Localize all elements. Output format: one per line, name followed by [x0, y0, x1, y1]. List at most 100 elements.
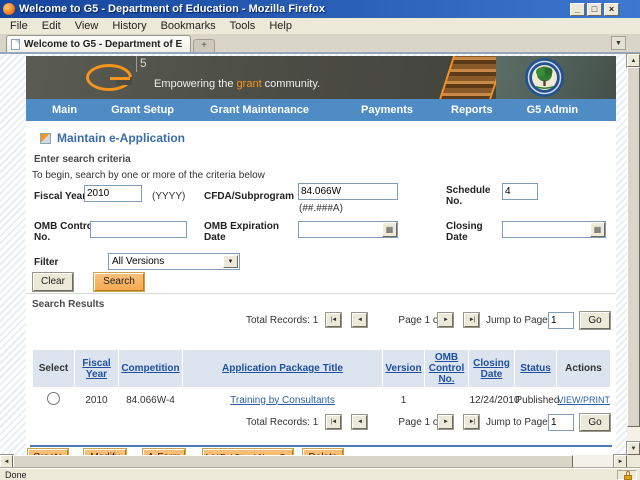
filter-select[interactable]: All Versions ▼: [108, 253, 240, 270]
filter-selected-value: All Versions: [112, 256, 165, 267]
filter-label: Filter: [34, 257, 59, 268]
firefox-icon: [3, 3, 15, 15]
table-header-row: Select Fiscal Year Competition Applicati…: [32, 349, 611, 388]
search-results-heading: Search Results: [32, 299, 105, 310]
tab-title: Welcome to G5 - Department of Edu...: [24, 38, 182, 50]
next-page-button[interactable]: ►: [437, 414, 454, 430]
calendar-icon[interactable]: ▦: [590, 222, 605, 237]
menu-edit[interactable]: Edit: [36, 19, 67, 33]
list-all-tabs-button[interactable]: ▼: [611, 36, 626, 50]
col-fiscal-year[interactable]: Fiscal Year: [82, 358, 110, 380]
page-info: Page 1 of 1: [398, 417, 450, 428]
tagline-pre: Empowering the: [154, 78, 237, 90]
col-version[interactable]: Version: [385, 363, 421, 374]
security-panel: [617, 469, 637, 480]
scroll-right-icon[interactable]: ►: [613, 454, 628, 469]
g5-logo-5: 5: [136, 56, 147, 72]
calendar-icon[interactable]: ▦: [382, 222, 397, 237]
title-bar[interactable]: Welcome to G5 - Department of Education …: [0, 0, 640, 18]
vertical-scroll-thumb[interactable]: [627, 67, 640, 427]
total-records: Total Records: 1: [246, 315, 319, 326]
col-omb-control-no[interactable]: OMB Control No.: [429, 352, 465, 385]
cell-version: 1: [400, 394, 407, 406]
horizontal-scrollbar[interactable]: ◄ ►: [0, 454, 628, 469]
prev-page-button[interactable]: ◄: [351, 414, 368, 430]
last-page-button[interactable]: ►|: [463, 312, 480, 328]
col-status[interactable]: Status: [520, 363, 551, 374]
tagline-grant: grant: [236, 78, 262, 90]
search-criteria-heading: Enter search criteria: [34, 154, 131, 165]
vertical-scrollbar[interactable]: ▲ ▼: [626, 53, 640, 456]
restore-button[interactable]: □: [587, 2, 602, 16]
banner-tagline: Empowering the grant community.: [154, 78, 320, 90]
horizontal-scroll-thumb[interactable]: [13, 455, 573, 468]
next-page-button[interactable]: ►: [437, 312, 454, 328]
padlock-icon: [624, 474, 632, 480]
schedule-input[interactable]: [502, 183, 538, 200]
col-competition[interactable]: Competition: [121, 363, 179, 374]
menu-view[interactable]: View: [69, 19, 105, 33]
first-page-button[interactable]: |◄: [325, 414, 342, 430]
omb-expiration-label: OMB Expiration Date: [204, 221, 280, 243]
first-page-button[interactable]: |◄: [325, 312, 342, 328]
prev-page-button[interactable]: ◄: [351, 312, 368, 328]
select-row-radio[interactable]: [47, 392, 60, 405]
nav-item-main[interactable]: Main: [52, 104, 77, 116]
closing-date-field: ▦: [502, 221, 606, 238]
minimize-button[interactable]: _: [570, 2, 585, 16]
view-print-link[interactable]: VIEW/PRINT: [558, 395, 611, 405]
closing-date-label: Closing Date: [446, 221, 483, 243]
scroll-up-icon[interactable]: ▲: [626, 53, 640, 68]
go-button[interactable]: Go: [579, 311, 611, 330]
scrollbar-corner: [627, 455, 640, 468]
jump-to-page-input[interactable]: [548, 312, 574, 329]
nav-item-g5-admin[interactable]: G5 Admin: [527, 104, 579, 116]
menu-file[interactable]: File: [4, 19, 34, 33]
application-package-link[interactable]: Training by Consultants: [230, 395, 335, 406]
menu-tools[interactable]: Tools: [224, 19, 262, 33]
g5-banner: 5 Empowering the grant community.: [26, 56, 616, 99]
menu-help[interactable]: Help: [263, 19, 298, 33]
close-button[interactable]: ×: [604, 2, 619, 16]
cfda-input[interactable]: [298, 183, 398, 200]
jump-to-page-label: Jump to Page: [486, 417, 548, 428]
clear-button[interactable]: Clear: [32, 272, 74, 292]
nav-item-grant-maintenance[interactable]: Grant Maintenance: [210, 104, 309, 116]
go-button[interactable]: Go: [579, 413, 611, 432]
main-nav: Main Grant Setup Grant Maintenance Payme…: [26, 99, 616, 121]
last-page-button[interactable]: ►|: [463, 414, 480, 430]
cfda-label: CFDA/Subprogram: [204, 191, 294, 202]
col-application-package-title[interactable]: Application Package Title: [222, 363, 343, 374]
menu-history[interactable]: History: [106, 19, 152, 33]
col-select: Select: [38, 363, 69, 374]
new-tab-button[interactable]: +: [193, 39, 215, 52]
pager-top: Total Records: 1 |◄ ◄ Page 1 of 1 ► ►| J…: [26, 311, 616, 331]
nav-item-grant-setup[interactable]: Grant Setup: [111, 104, 174, 116]
table-row: 2010 84.066W-4 Training by Consultants 1…: [33, 388, 611, 411]
cell-fiscal-year: 2010: [85, 394, 108, 406]
tagline-post: community.: [261, 78, 321, 90]
g5-logo-bar: [110, 77, 130, 80]
col-closing-date[interactable]: Closing Date: [473, 358, 510, 380]
fiscal-year-input[interactable]: [84, 185, 142, 202]
schedule-label: Schedule No.: [446, 185, 491, 207]
col-actions: Actions: [565, 363, 602, 374]
cfda-hint: (##.###A): [299, 203, 343, 214]
scroll-down-icon[interactable]: ▼: [626, 441, 640, 456]
divider-blue: [30, 445, 612, 447]
omb-expiration-field: ▦: [298, 221, 398, 238]
omb-control-input[interactable]: [90, 221, 187, 238]
nav-item-reports[interactable]: Reports: [451, 104, 493, 116]
tab-welcome-g5[interactable]: Welcome to G5 - Department of Edu...: [6, 35, 191, 52]
menu-bookmarks[interactable]: Bookmarks: [155, 19, 222, 33]
search-button[interactable]: Search: [93, 272, 145, 292]
dropdown-arrow-icon[interactable]: ▼: [223, 255, 238, 268]
page-icon: [11, 38, 20, 50]
fiscal-year-hint: (YYYY): [152, 191, 186, 202]
jump-to-page-input[interactable]: [548, 414, 574, 431]
firefox-window: Welcome to G5 - Department of Education …: [0, 0, 640, 480]
scroll-left-icon[interactable]: ◄: [0, 454, 14, 469]
nav-item-payments[interactable]: Payments: [361, 104, 413, 116]
page-content: Maintain e-Application Enter search crit…: [26, 121, 616, 455]
status-text: Done: [5, 469, 27, 480]
